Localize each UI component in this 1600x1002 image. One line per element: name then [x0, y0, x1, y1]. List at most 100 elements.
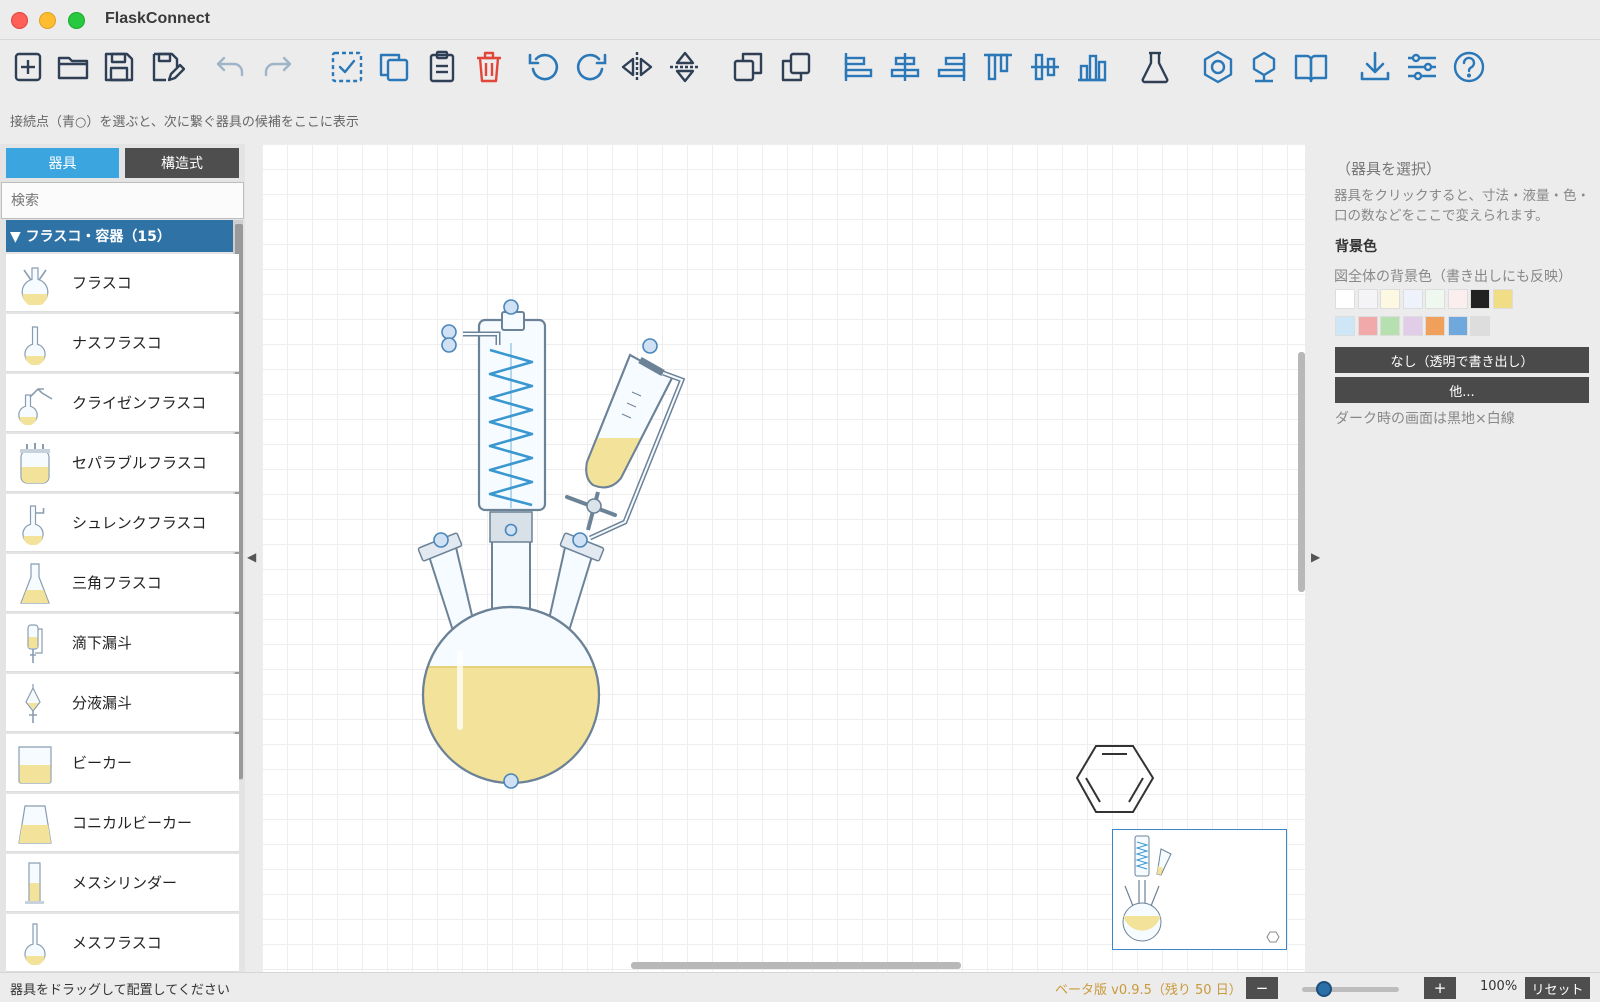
list-item[interactable]: 滴下漏斗: [6, 614, 239, 672]
reflux-condenser[interactable]: [463, 311, 547, 512]
color-swatch[interactable]: [1447, 316, 1468, 336]
duplicate-button[interactable]: [373, 46, 415, 88]
color-swatch[interactable]: [1380, 289, 1400, 309]
erlenmeyer-flask-icon: [6, 554, 64, 612]
list-item[interactable]: ビーカー: [6, 734, 239, 792]
canvas-vertical-scrollbar[interactable]: [1298, 352, 1305, 592]
send-backward-button[interactable]: [727, 46, 769, 88]
color-swatch[interactable]: [1402, 289, 1423, 309]
color-swatch[interactable]: [1425, 316, 1445, 336]
align-top-button[interactable]: [977, 46, 1019, 88]
tab-apparatus[interactable]: 器具: [6, 148, 119, 178]
color-swatch[interactable]: [1447, 289, 1468, 309]
search-input[interactable]: [1, 182, 244, 219]
color-swatch[interactable]: [1335, 289, 1355, 309]
selection-description: 器具をクリックすると、寸法・液量・色・口の数などをここで変えられます。: [1334, 188, 1590, 224]
color-swatch[interactable]: [1425, 289, 1445, 309]
color-swatch[interactable]: [1357, 316, 1378, 336]
tab-structure[interactable]: 構造式: [125, 148, 239, 178]
list-item[interactable]: フラスコ: [6, 254, 239, 312]
list-item[interactable]: クライゼンフラスコ: [6, 374, 239, 432]
item-label: クライゼンフラスコ: [72, 394, 207, 412]
status-bar: 器具をドラッグして配置してください ベータ版 v0.9.5（残り 50 日） −…: [0, 972, 1600, 1002]
structure-tool-button[interactable]: [1243, 46, 1285, 88]
paste-button[interactable]: [421, 46, 463, 88]
settings-button[interactable]: [1401, 46, 1443, 88]
flask-tool-button[interactable]: [1134, 46, 1176, 88]
redo-button[interactable]: [257, 46, 299, 88]
separatory-funnel-icon: [6, 674, 64, 732]
new-file-icon: [14, 52, 42, 82]
color-swatch[interactable]: [1470, 289, 1490, 309]
library-button[interactable]: [1290, 46, 1332, 88]
list-item[interactable]: 分液漏斗: [6, 674, 239, 732]
toolbar: [0, 40, 1600, 94]
select-all-button[interactable]: [326, 46, 368, 88]
color-swatch[interactable]: [1357, 289, 1378, 309]
list-item[interactable]: コニカルビーカー: [6, 794, 239, 852]
bring-forward-button[interactable]: [775, 46, 817, 88]
benzene-structure[interactable]: [1075, 745, 1155, 813]
zoom-level: 100%: [1480, 979, 1518, 994]
zoom-in-button[interactable]: +: [1424, 977, 1456, 999]
reset-zoom-button[interactable]: リセット: [1525, 977, 1590, 999]
align-left-button[interactable]: [837, 46, 879, 88]
background-color-description: 図全体の背景色（書き出しにも反映）: [1334, 269, 1572, 285]
zoom-slider-thumb[interactable]: [1316, 981, 1332, 997]
list-item[interactable]: 三角フラスコ: [6, 554, 239, 612]
list-item[interactable]: シュレンクフラスコ: [6, 494, 239, 552]
beta-version-label: ベータ版 v0.9.5（残り 50 日）: [1055, 983, 1242, 998]
volumetric-flask-icon: [6, 914, 64, 972]
color-swatch[interactable]: [1402, 316, 1423, 336]
category-flasks-header[interactable]: ▼ フラスコ・容器（15）: [6, 220, 233, 252]
close-window-button[interactable]: [11, 12, 28, 29]
dropping-funnel[interactable]: [560, 353, 690, 541]
list-item[interactable]: メスシリンダー: [6, 854, 239, 912]
collapse-left-panel-button[interactable]: ◀: [247, 550, 256, 564]
open-button[interactable]: [52, 46, 94, 88]
rotate-left-button[interactable]: [523, 46, 565, 88]
bring-front-icon: [781, 52, 811, 82]
item-label: メスフラスコ: [72, 934, 162, 952]
transparent-background-button[interactable]: なし（透明で書き出し）: [1335, 347, 1589, 373]
flip-horizontal-button[interactable]: [616, 46, 658, 88]
list-item[interactable]: ナスフラスコ: [6, 314, 239, 372]
flip-vertical-button[interactable]: [664, 46, 706, 88]
duplicate-icon: [379, 53, 409, 82]
apparatus-list: フラスコ ナスフラスコ クライゼンフラスコ セパラブルフラスコ シュレンクフラス…: [6, 254, 239, 972]
undo-icon: [216, 56, 244, 77]
align-right-button[interactable]: [931, 46, 973, 88]
canvas-horizontal-scrollbar[interactable]: [631, 962, 961, 969]
align-left-icon: [844, 53, 873, 81]
color-swatch[interactable]: [1380, 316, 1400, 336]
help-button[interactable]: [1448, 46, 1490, 88]
delete-button[interactable]: [468, 46, 510, 88]
align-center-icon: [890, 53, 920, 81]
maximize-window-button[interactable]: [68, 12, 85, 29]
align-middle-button[interactable]: [1024, 46, 1066, 88]
round-flask-icon: [6, 314, 64, 372]
hexagon-tool-button[interactable]: [1197, 46, 1239, 88]
color-swatch[interactable]: [1470, 316, 1490, 336]
new-button[interactable]: [7, 46, 49, 88]
minimize-window-button[interactable]: [39, 12, 56, 29]
rotate-right-button[interactable]: [570, 46, 612, 88]
minimap[interactable]: [1112, 829, 1287, 950]
save-button[interactable]: [98, 46, 140, 88]
flask-icon: [1141, 51, 1169, 84]
three-neck-flask[interactable]: [417, 511, 610, 796]
zoom-out-button[interactable]: −: [1246, 977, 1278, 999]
color-swatch[interactable]: [1335, 316, 1355, 336]
other-color-button[interactable]: 他...: [1335, 377, 1589, 403]
list-item[interactable]: セパラブルフラスコ: [6, 434, 239, 492]
color-swatch[interactable]: [1492, 289, 1513, 309]
list-item[interactable]: メスフラスコ: [6, 914, 239, 972]
undo-button[interactable]: [209, 46, 251, 88]
save-as-button[interactable]: [146, 46, 188, 88]
align-bottom-button[interactable]: [1071, 46, 1113, 88]
export-button[interactable]: [1354, 46, 1396, 88]
item-label: セパラブルフラスコ: [72, 454, 207, 472]
align-center-button[interactable]: [884, 46, 926, 88]
item-label: 滴下漏斗: [72, 634, 133, 652]
collapse-right-panel-button[interactable]: ▶: [1311, 550, 1320, 564]
